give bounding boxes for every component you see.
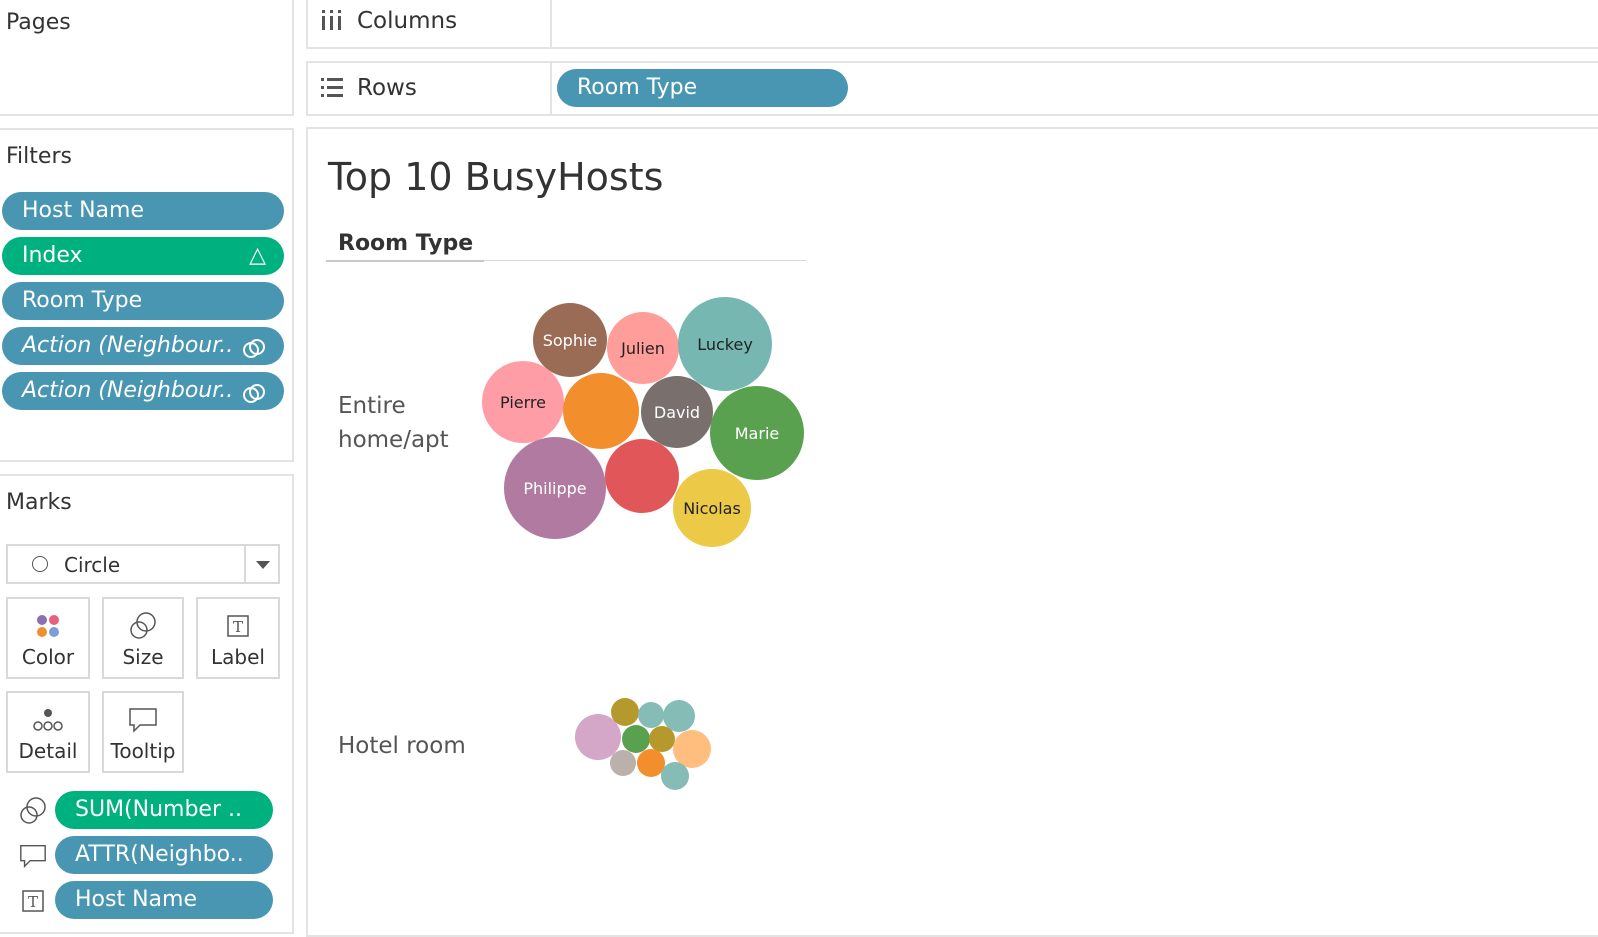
row-label-entire-home[interactable]: Entire home/apt	[338, 389, 468, 457]
mark-type-select[interactable]: Circle	[6, 544, 280, 584]
bubble[interactable]	[661, 762, 689, 790]
bubble-david[interactable]	[641, 376, 713, 448]
bubble-luckey[interactable]	[678, 297, 772, 391]
columns-icon	[320, 8, 344, 36]
row-header[interactable]: Room Type	[338, 231, 473, 256]
filter-label: Action (Neighbour..	[22, 378, 234, 403]
filter-label: Index	[22, 243, 83, 268]
bubble[interactable]	[649, 726, 675, 752]
bubble-julien[interactable]	[607, 312, 679, 384]
rows-shelf[interactable]	[306, 61, 1598, 116]
color-label: Color	[21, 645, 75, 669]
size-icon	[104, 611, 182, 645]
filter-action-1[interactable]: Action (Neighbour..	[2, 327, 284, 365]
row-label-hotel-room[interactable]: Hotel room	[338, 729, 466, 763]
color-button[interactable]: Color	[6, 597, 90, 679]
marks-card-size[interactable]: SUM(Number ..	[55, 791, 273, 829]
size-icon	[18, 796, 48, 830]
rows-pill-label: Room Type	[577, 75, 698, 100]
size-label: Size	[122, 645, 164, 669]
columns-shelf-divider	[550, 0, 552, 47]
bubble-marie[interactable]	[710, 386, 804, 480]
label-label: Label	[211, 645, 265, 669]
bubble[interactable]	[638, 702, 664, 728]
tooltip-icon	[104, 705, 182, 739]
rows-shelf-divider	[550, 63, 552, 114]
color-icon	[8, 611, 88, 645]
filter-label: Action (Neighbour..	[22, 333, 234, 358]
tooltip-button[interactable]: Tooltip	[102, 691, 184, 773]
dropdown-divider	[244, 546, 246, 582]
filter-room-type[interactable]: Room Type	[2, 282, 284, 320]
bubble[interactable]	[563, 373, 639, 449]
view-panel	[306, 127, 1598, 937]
bubble[interactable]	[663, 700, 695, 732]
rows-pill-room-type[interactable]: Room Type	[557, 69, 848, 107]
marks-card-tooltip[interactable]: ATTR(Neighbo..	[55, 836, 273, 874]
bubble[interactable]	[637, 749, 665, 777]
tooltip-label: Tooltip	[110, 739, 176, 763]
bubble-philippe[interactable]	[504, 437, 606, 539]
row-header-underline-dark	[326, 260, 484, 262]
bubble-nicolas[interactable]	[673, 469, 751, 547]
svg-text:T: T	[28, 893, 38, 911]
label-icon: T	[18, 886, 48, 920]
detail-label: Detail	[18, 739, 78, 763]
marks-card-label[interactable]: Host Name	[55, 881, 273, 919]
marks-card-label-text: Host Name	[75, 887, 197, 912]
columns-shelf[interactable]	[306, 0, 1598, 49]
filter-action-2[interactable]: Action (Neighbour..	[2, 372, 284, 410]
view-title: Top 10 BusyHosts	[328, 155, 664, 199]
columns-label: Columns	[357, 8, 458, 34]
filter-index[interactable]: Index △	[2, 237, 284, 275]
marks-card-label: ATTR(Neighbo..	[75, 842, 244, 867]
bubble-pierre[interactable]	[482, 361, 564, 443]
filter-label: Room Type	[22, 288, 143, 313]
pages-title: Pages	[6, 10, 71, 35]
detail-button[interactable]: Detail	[6, 691, 90, 773]
bubble[interactable]	[610, 750, 636, 776]
link-icon	[242, 335, 266, 365]
bubble[interactable]	[575, 714, 621, 760]
rows-label: Rows	[357, 75, 417, 101]
svg-text:T: T	[233, 618, 243, 636]
bubble-sophie[interactable]	[533, 303, 607, 377]
bubble[interactable]	[605, 439, 679, 513]
rows-icon	[320, 76, 344, 104]
size-button[interactable]: Size	[102, 597, 184, 679]
bubble[interactable]	[611, 698, 639, 726]
label-icon: T	[198, 611, 278, 645]
marks-card-label: SUM(Number ..	[75, 797, 242, 822]
marks-title: Marks	[6, 490, 72, 515]
filter-host-name[interactable]: Host Name	[2, 192, 284, 230]
bubble[interactable]	[673, 730, 711, 768]
filters-title: Filters	[6, 144, 72, 169]
filter-label: Host Name	[22, 198, 144, 223]
delta-icon: △	[249, 243, 266, 268]
circle-icon	[32, 556, 48, 572]
mark-type-label: Circle	[64, 553, 121, 577]
chevron-down-icon[interactable]	[256, 561, 270, 569]
tooltip-icon	[18, 841, 48, 875]
label-button[interactable]: T Label	[196, 597, 280, 679]
link-icon	[242, 380, 266, 410]
bubble[interactable]	[622, 725, 650, 753]
detail-icon	[8, 705, 88, 739]
